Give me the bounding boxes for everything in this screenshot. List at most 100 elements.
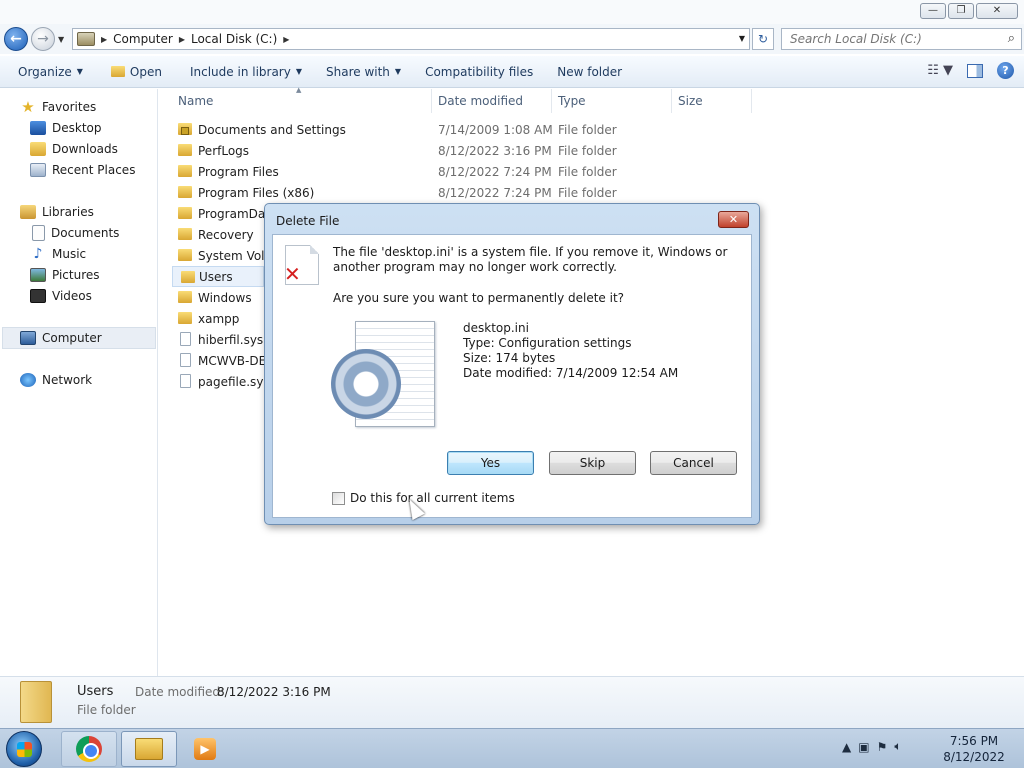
- chevron-right-icon[interactable]: ▶: [283, 35, 289, 44]
- nav-documents[interactable]: Documents: [32, 223, 119, 243]
- help-icon[interactable]: ?: [997, 62, 1014, 79]
- column-header-size[interactable]: Size: [670, 89, 752, 113]
- search-input[interactable]: [790, 29, 1000, 49]
- nav-libraries[interactable]: Libraries: [20, 202, 94, 222]
- search-icon[interactable]: ⌕: [1008, 31, 1015, 46]
- file-name: xampp: [198, 311, 240, 326]
- close-window-button[interactable]: ✕: [976, 3, 1018, 19]
- change-view-icon[interactable]: ☷ ▼: [927, 63, 953, 78]
- delete-warning-icon: ✕: [284, 245, 319, 286]
- folder-icon: [178, 207, 192, 219]
- window-controls: — ❐ ✕: [920, 3, 1018, 19]
- nav-favorites-label: Favorites: [42, 100, 97, 114]
- breadcrumb-local-disk[interactable]: Local Disk (C:): [191, 32, 277, 46]
- file-date: 8/12/2022 7:24 PM: [438, 185, 552, 200]
- new-folder-button[interactable]: New folder: [547, 65, 632, 79]
- file-row[interactable]: hiberfil.sys: [170, 329, 264, 350]
- chevron-down-icon: ▼: [76, 67, 83, 76]
- apply-to-all-checkbox[interactable]: Do this for all current items: [332, 491, 515, 505]
- explorer-icon: [135, 738, 163, 760]
- file-info: desktop.ini Type: Configuration settings…: [463, 321, 678, 381]
- network-tray-icon[interactable]: ▣: [858, 740, 869, 754]
- nav-videos[interactable]: Videos: [30, 286, 92, 306]
- desktop-icon: [30, 121, 46, 135]
- column-name-label: Name: [178, 94, 214, 108]
- column-type-label: Type: [558, 94, 586, 108]
- file-row[interactable]: MCWVB-DE: [170, 350, 264, 371]
- folder-icon: [181, 271, 195, 283]
- file-row[interactable]: Documents and Settings 7/14/2009 1:08 AM F…: [170, 119, 750, 140]
- preview-pane-icon[interactable]: [967, 63, 983, 78]
- recent-pages-dropdown-icon[interactable]: ▼: [58, 35, 64, 44]
- minimize-button[interactable]: —: [920, 3, 946, 19]
- taskbar-chrome-button[interactable]: [61, 731, 117, 767]
- file-name: hiberfil.sys: [198, 332, 264, 347]
- nav-computer-label: Computer: [42, 331, 102, 345]
- nav-network[interactable]: Network: [20, 370, 92, 390]
- chevron-right-icon[interactable]: ▶: [179, 35, 185, 44]
- file-row[interactable]: pagefile.sys: [170, 371, 270, 392]
- nav-pictures[interactable]: Pictures: [30, 265, 100, 285]
- breadcrumb-computer[interactable]: Computer: [113, 32, 173, 46]
- back-button[interactable]: ←: [4, 27, 28, 51]
- breadcrumb: ▶ Computer ▶ Local Disk (C:) ▶: [101, 32, 289, 46]
- dialog-question: Are you sure you want to permanently del…: [333, 291, 625, 305]
- refresh-button[interactable]: ↻: [752, 28, 774, 50]
- file-row[interactable]: PerfLogs 8/12/2022 3:16 PM File folder: [170, 140, 750, 161]
- nav-desktop[interactable]: Desktop: [30, 118, 102, 138]
- column-header-date[interactable]: Date modified: [430, 89, 552, 113]
- checkbox-unchecked-icon[interactable]: [332, 491, 345, 505]
- computer-icon: [20, 331, 36, 345]
- open-button[interactable]: Open: [101, 65, 172, 79]
- network-icon: [20, 373, 36, 387]
- dialog-close-button[interactable]: ✕: [718, 211, 749, 228]
- column-header-name[interactable]: Name: [170, 89, 432, 113]
- nav-recent-places[interactable]: Recent Places: [30, 160, 135, 180]
- include-in-library-button[interactable]: Include in library ▼: [180, 65, 312, 79]
- search-box[interactable]: ⌕: [781, 28, 1022, 50]
- volume-icon[interactable]: 🔈︎: [894, 739, 901, 754]
- nav-downloads[interactable]: Downloads: [30, 139, 118, 159]
- share-with-button[interactable]: Share with ▼: [316, 65, 411, 79]
- file-row[interactable]: Windows: [170, 287, 264, 308]
- taskbar-media-player-button[interactable]: ▶: [181, 731, 229, 767]
- address-bar[interactable]: ▶ Computer ▶ Local Disk (C:) ▶ ▼: [72, 28, 750, 50]
- open-label: Open: [129, 64, 162, 79]
- yes-button[interactable]: Yes: [447, 451, 534, 475]
- file-row[interactable]: Program Files (x86) 8/12/2022 7:24 PM File…: [170, 182, 750, 203]
- delete-file-dialog: Delete File ✕ ✕ The file 'desktop.ini' i…: [264, 203, 760, 525]
- taskbar-clock[interactable]: 7:56 PM 8/12/2022: [934, 733, 1014, 765]
- nav-recent-label: Recent Places: [52, 163, 136, 177]
- cancel-button[interactable]: Cancel: [650, 451, 737, 475]
- taskbar-explorer-button[interactable]: [121, 731, 177, 767]
- star-icon: ★: [21, 98, 35, 116]
- nav-favorites[interactable]: ★ Favorites: [20, 97, 96, 117]
- start-button[interactable]: [6, 731, 42, 767]
- organize-button[interactable]: Organize ▼: [0, 65, 93, 79]
- file-icon: [180, 353, 191, 367]
- file-name: Windows: [198, 290, 252, 305]
- compatibility-files-button[interactable]: Compatibility files: [415, 65, 543, 79]
- show-hidden-icons-icon[interactable]: ▲: [842, 740, 851, 754]
- file-row[interactable]: Recovery: [170, 224, 264, 245]
- action-center-flag-icon[interactable]: ⚑: [877, 740, 888, 754]
- file-row[interactable]: ProgramData: [170, 203, 277, 224]
- nav-libraries-label: Libraries: [42, 205, 94, 219]
- nav-music[interactable]: ♪ Music: [30, 244, 87, 264]
- system-file-icon: [180, 332, 191, 346]
- file-row[interactable]: xampp: [170, 308, 264, 329]
- address-dropdown-icon[interactable]: ▼: [739, 34, 745, 43]
- folder-icon: [178, 228, 192, 240]
- column-header-type[interactable]: Type: [550, 89, 672, 113]
- forward-button[interactable]: →: [31, 27, 55, 51]
- file-row[interactable]: Program Files 8/12/2022 7:24 PM File folde…: [170, 161, 750, 182]
- red-x-icon: ✕: [284, 262, 301, 286]
- nav-computer[interactable]: Computer: [20, 328, 102, 348]
- maximize-button[interactable]: ❐: [948, 3, 974, 19]
- chevron-right-icon[interactable]: ▶: [101, 35, 107, 44]
- file-row-selected[interactable]: Users: [172, 266, 264, 287]
- file-row[interactable]: System Volu: [170, 245, 272, 266]
- skip-button[interactable]: Skip: [549, 451, 636, 475]
- taskbar: ▶ ▲ ▣ ⚑ 🔈︎ 7:56 PM 8/12/2022: [0, 728, 1024, 768]
- file-name: Recovery: [198, 227, 254, 242]
